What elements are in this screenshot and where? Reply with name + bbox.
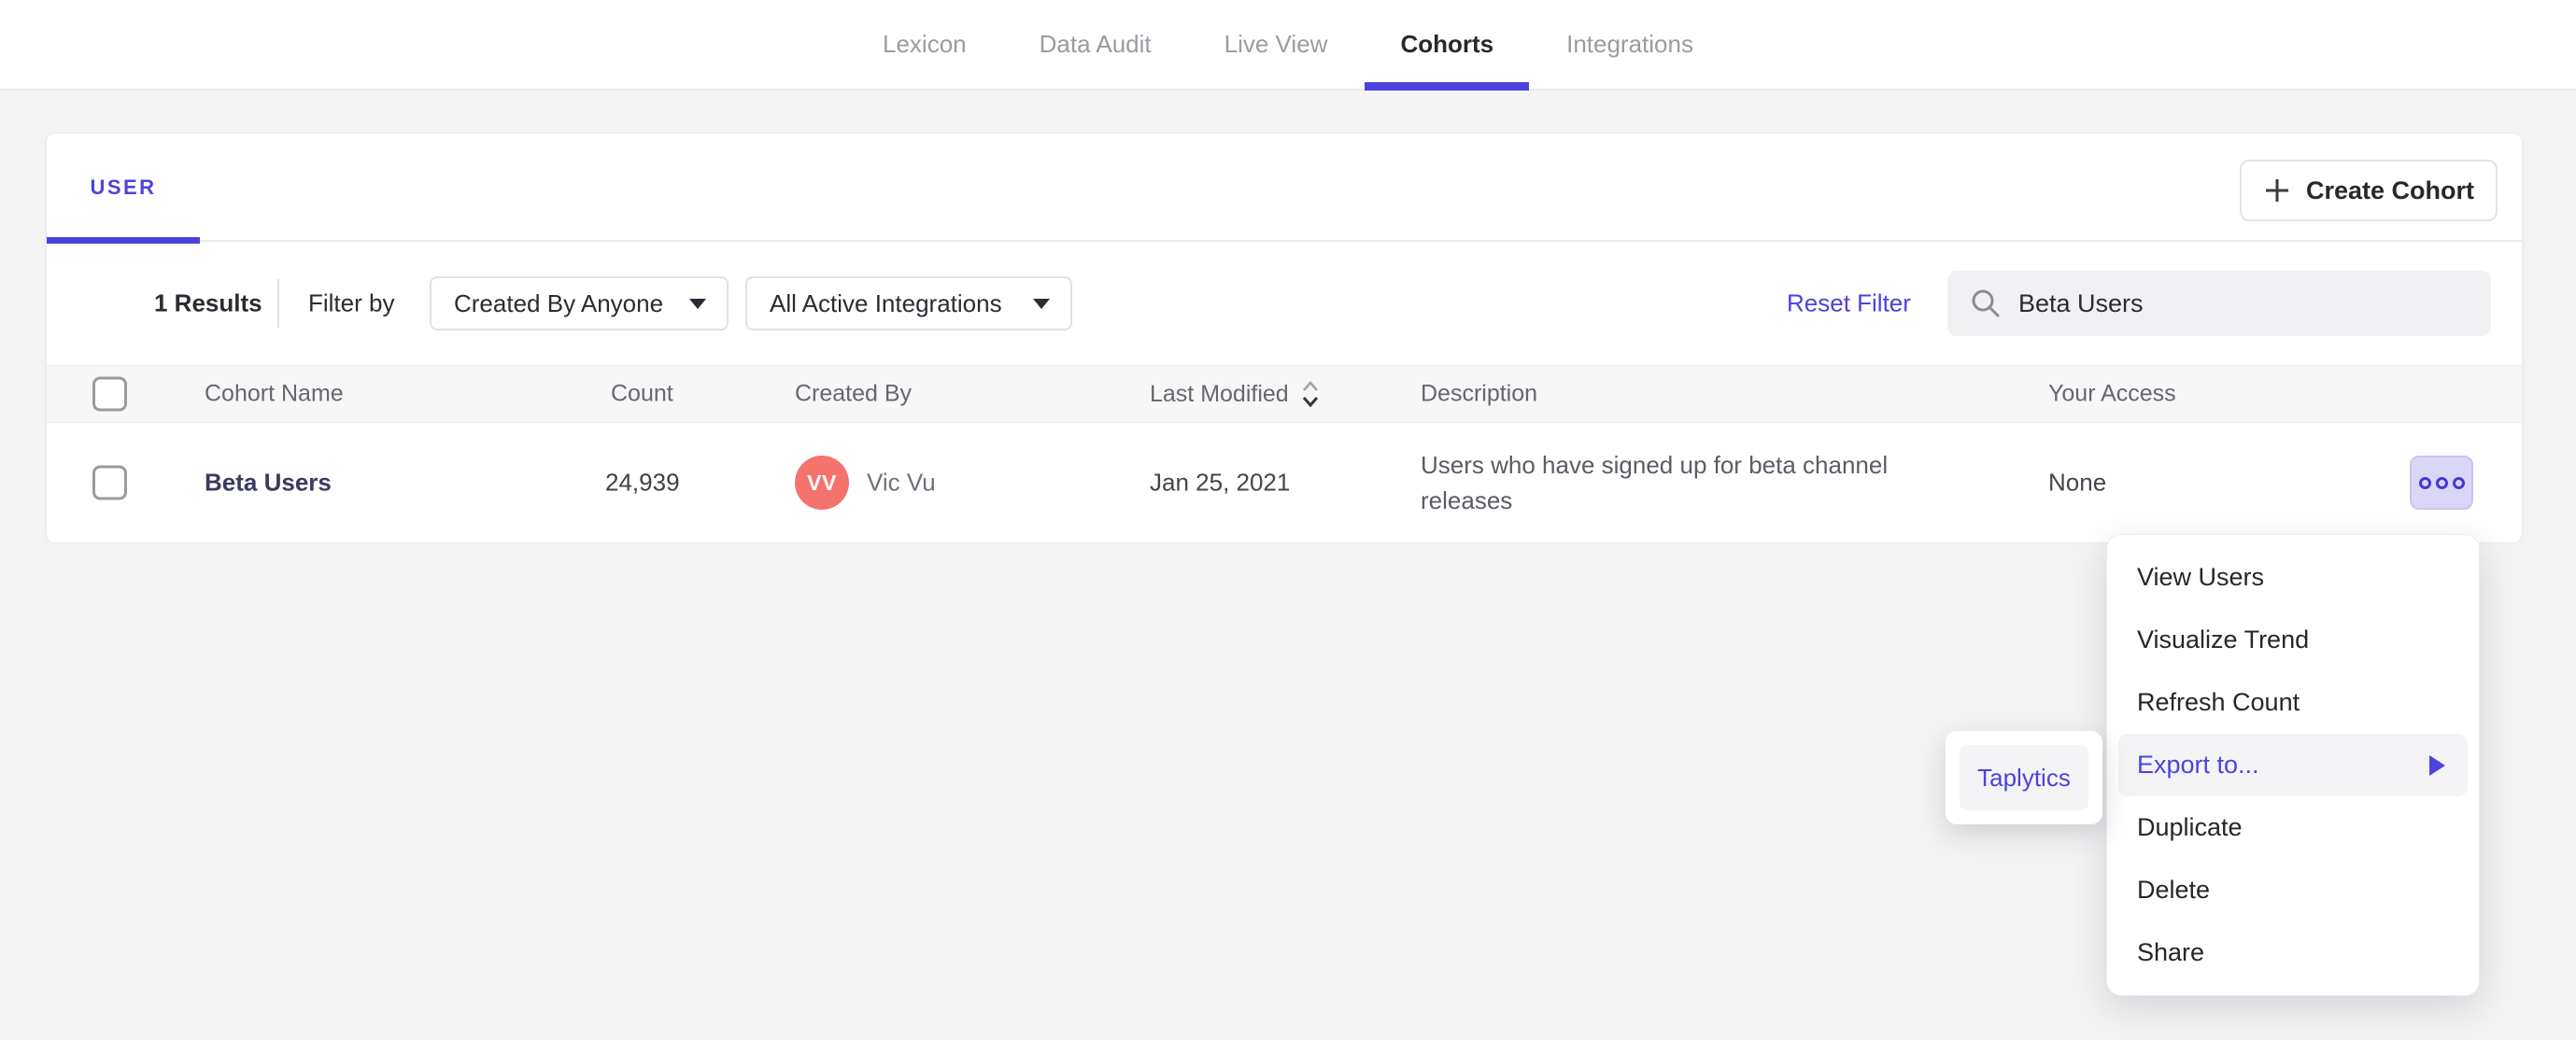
export-to-label: Export to...	[2137, 751, 2259, 779]
create-cohort-label: Create Cohort	[2305, 176, 2475, 204]
creator-avatar: VV	[795, 456, 849, 510]
menu-item-delete[interactable]: Delete	[2107, 859, 2479, 921]
dot-icon	[2418, 476, 2431, 489]
search-input[interactable]	[2018, 288, 2469, 318]
creator-name: Vic Vu	[867, 468, 936, 497]
table-header: Cohort Name Count Created By Last Modifi…	[47, 365, 2522, 423]
row-actions-button[interactable]	[2410, 456, 2473, 510]
dot-icon	[2435, 476, 2448, 489]
nav-tab-integrations[interactable]: Integrations	[1531, 0, 1729, 89]
cohort-name-link[interactable]: Beta Users	[205, 469, 332, 498]
row-checkbox[interactable]	[92, 465, 127, 500]
menu-item-share[interactable]: Share	[2107, 921, 2479, 984]
sort-icon	[1302, 381, 1318, 408]
menu-item-export-to[interactable]: Export to...	[2118, 734, 2468, 796]
menu-item-visualize-trend[interactable]: Visualize Trend	[2107, 609, 2479, 671]
col-header-description: Description	[1421, 380, 1538, 407]
submenu-arrow-icon	[2429, 754, 2445, 776]
last-modified-date: Jan 25, 2021	[1150, 468, 1291, 497]
chevron-down-icon	[689, 298, 706, 309]
cohorts-panel: USER Create Cohort 1 Results Filter by C…	[46, 133, 2523, 542]
nav-tab-cohorts[interactable]: Cohorts	[1365, 0, 1529, 91]
cohort-count: 24,939	[605, 468, 680, 497]
chevron-down-icon	[1033, 298, 1050, 309]
tab-user[interactable]: USER	[47, 134, 200, 244]
reset-filter-link[interactable]: Reset Filter	[1787, 289, 1911, 318]
plus-icon	[2265, 179, 2288, 202]
cohort-description: Users who have signed up for beta channe…	[1421, 451, 1889, 514]
integrations-dropdown[interactable]: All Active Integrations	[745, 276, 1072, 330]
filter-by-label: Filter by	[308, 288, 395, 317]
top-navigation: Lexicon Data Audit Live View Cohorts Int…	[0, 0, 2576, 91]
search-icon	[1972, 289, 2000, 317]
created-by-dropdown-value: Created By Anyone	[454, 288, 664, 317]
menu-item-view-users[interactable]: View Users	[2107, 546, 2479, 609]
filter-divider	[277, 279, 279, 328]
last-modified-label: Last Modified	[1150, 380, 1289, 407]
submenu-item-taplytics[interactable]: Taplytics	[1960, 745, 2088, 810]
col-header-your-access: Your Access	[2048, 380, 2176, 407]
integrations-dropdown-value: All Active Integrations	[770, 288, 1002, 317]
col-header-count: Count	[611, 380, 673, 407]
export-submenu: Taplytics	[1946, 731, 2102, 824]
menu-item-refresh-count[interactable]: Refresh Count	[2107, 671, 2479, 734]
col-header-last-modified[interactable]: Last Modified	[1150, 378, 1321, 410]
dot-icon	[2452, 476, 2465, 489]
nav-tab-data-audit[interactable]: Data Audit	[1004, 0, 1187, 89]
table-row: Beta Users 24,939 VV Vic Vu Jan 25, 2021…	[47, 423, 2522, 542]
col-header-cohort-name: Cohort Name	[205, 380, 344, 407]
menu-item-duplicate[interactable]: Duplicate	[2107, 796, 2479, 859]
results-count: 1 Results	[154, 288, 262, 317]
search-box[interactable]	[1947, 271, 2491, 336]
select-all-checkbox[interactable]	[92, 376, 127, 412]
col-header-created-by: Created By	[795, 380, 913, 407]
nav-tab-lexicon[interactable]: Lexicon	[847, 0, 1002, 89]
create-cohort-button[interactable]: Create Cohort	[2240, 160, 2498, 221]
filter-bar: 1 Results Filter by Created By Anyone Al…	[47, 242, 2522, 365]
created-by-dropdown[interactable]: Created By Anyone	[430, 276, 729, 330]
panel-tabbar: USER Create Cohort	[47, 134, 2522, 244]
row-context-menu: View Users Visualize Trend Refresh Count…	[2106, 534, 2480, 996]
nav-tab-live-view[interactable]: Live View	[1189, 0, 1364, 89]
your-access-value: None	[2048, 468, 2107, 497]
